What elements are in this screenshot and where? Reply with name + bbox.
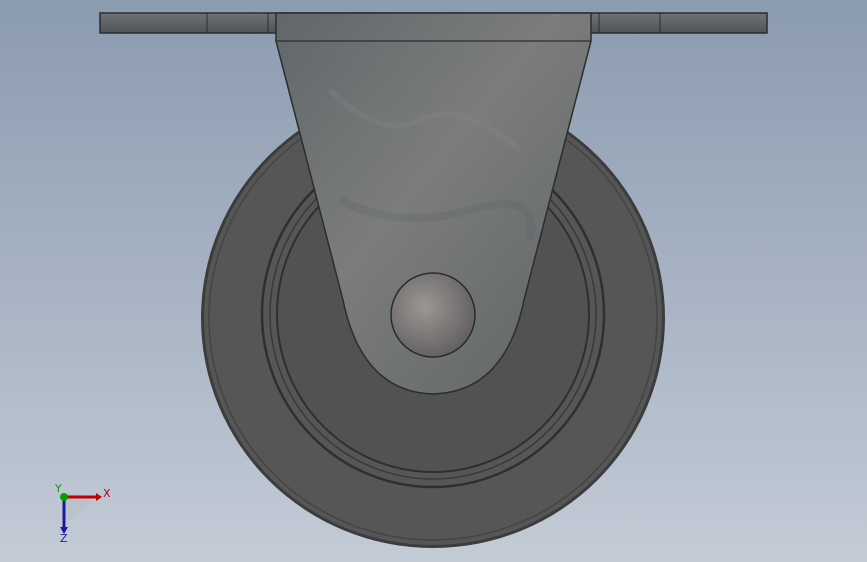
3d-viewport[interactable]: X Y Z: [0, 0, 867, 562]
axle-nut: [390, 272, 476, 358]
x-axis-label: X: [103, 487, 111, 500]
axle[interactable]: [390, 272, 476, 358]
axis-triad: X Y Z: [54, 484, 111, 544]
caster-model-view[interactable]: [0, 0, 867, 562]
y-axis-label: Y: [54, 484, 62, 495]
x-axis-arrowhead: [96, 493, 102, 501]
z-axis-label: Z: [60, 532, 68, 544]
